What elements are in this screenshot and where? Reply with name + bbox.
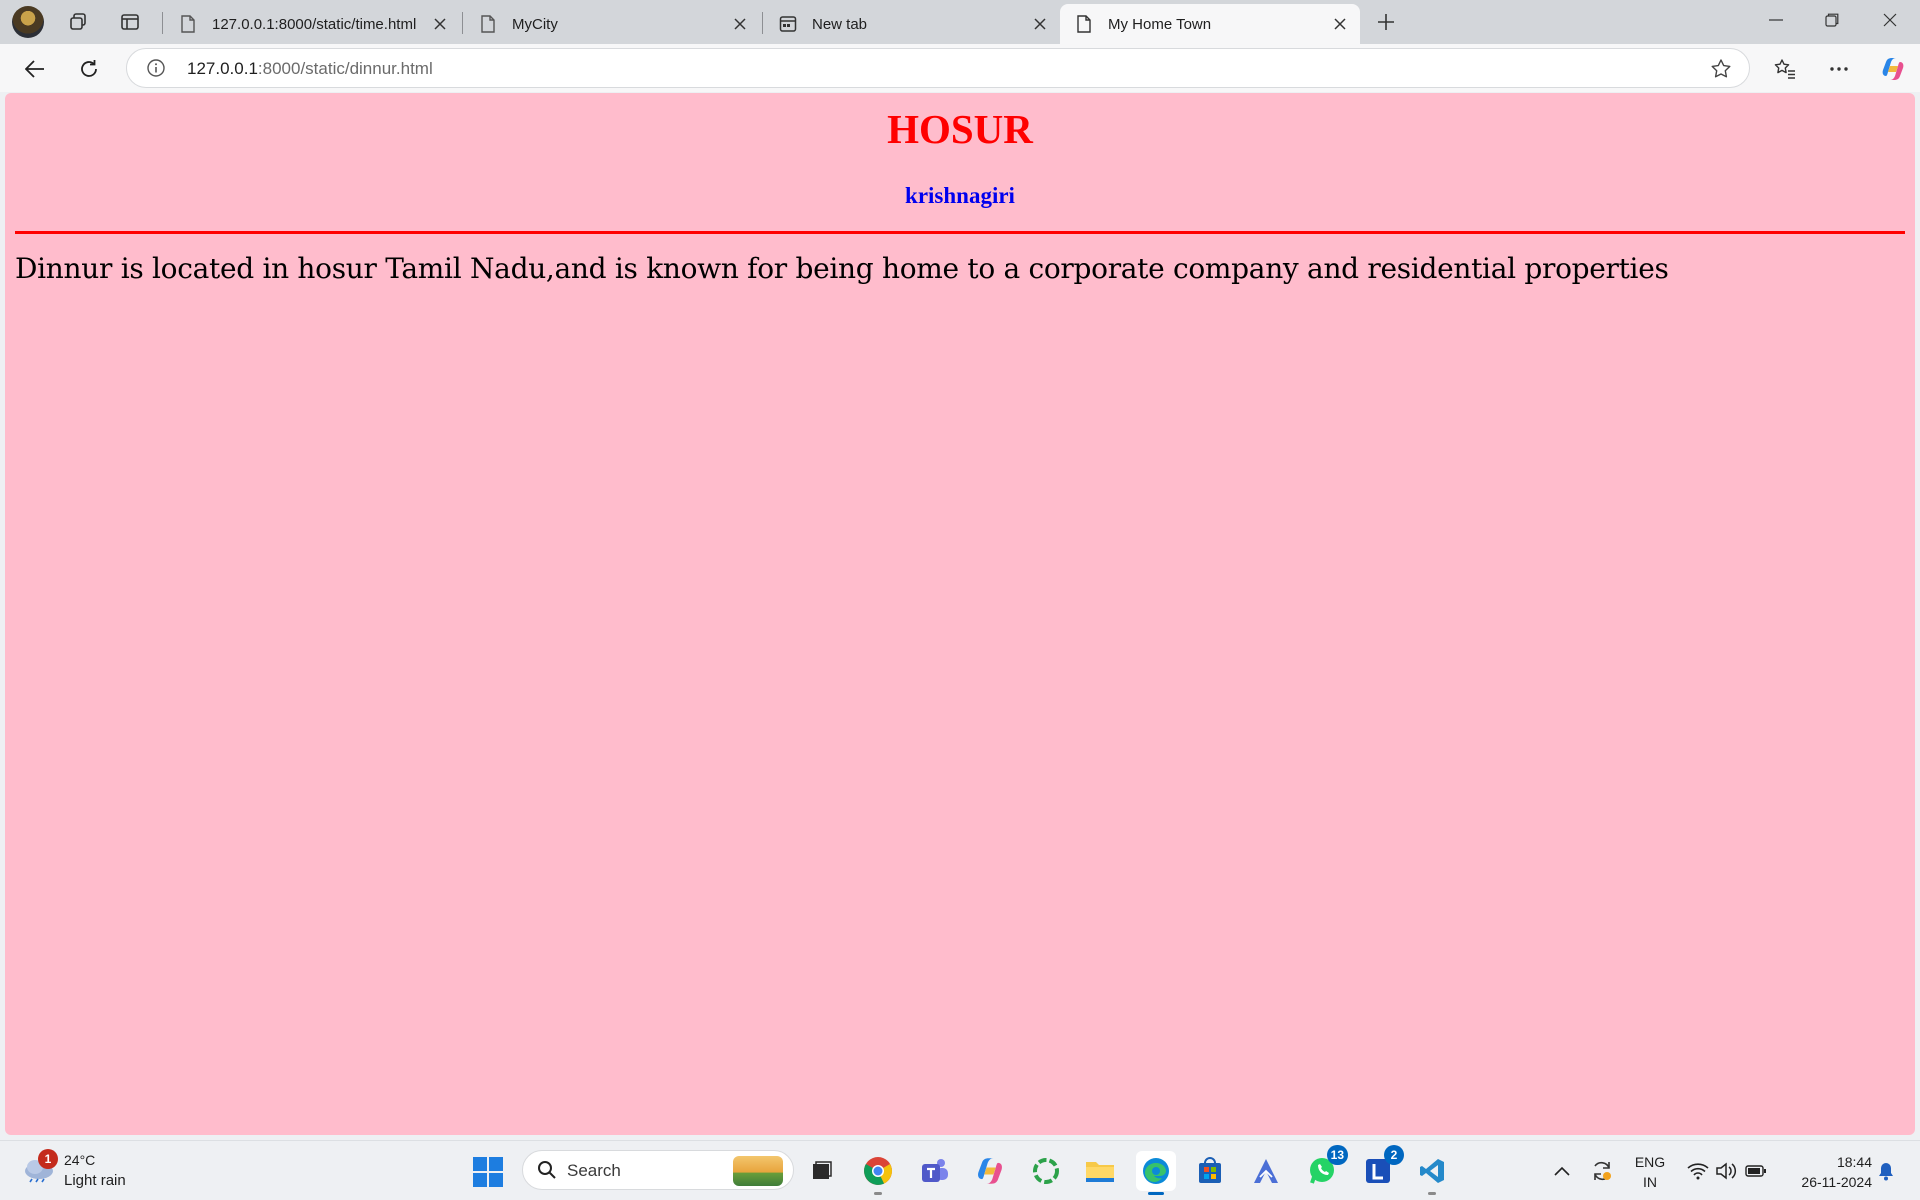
wifi-icon[interactable] [1686,1159,1710,1183]
chrome-icon[interactable] [858,1151,898,1195]
file-explorer-icon[interactable] [1080,1151,1120,1191]
teams-icon[interactable] [914,1151,954,1191]
more-options-icon[interactable] [1822,52,1856,86]
restore-icon[interactable] [1804,0,1860,40]
tab-separator [462,12,463,34]
notification-badge: 2 [1384,1145,1404,1165]
tab-label: 127.0.0.1:8000/static/time.html [212,15,417,33]
workspaces-icon[interactable] [64,8,92,36]
new-tab-plus-icon[interactable] [1372,8,1400,36]
window-close-icon[interactable] [1862,0,1918,40]
tab-label: My Home Town [1108,15,1212,33]
arc-app-icon[interactable] [1246,1151,1286,1191]
newtab-icon [778,14,798,34]
show-hidden-icons-chevron-icon[interactable] [1550,1159,1574,1183]
vscode-icon[interactable] [1412,1151,1452,1195]
search-placeholder: Search [567,1161,621,1180]
tab-my-home-town[interactable]: My Home Town [1060,4,1360,44]
taskbar-search[interactable]: Search [522,1150,794,1190]
refresh-ring-app-icon[interactable] [1026,1151,1066,1191]
tab-separator [162,12,163,34]
whatsapp-icon[interactable]: 13 [1302,1145,1348,1191]
tab-separator [762,12,763,34]
page-heading: HOSUR [887,106,1033,152]
favorite-star-icon[interactable] [1709,57,1733,81]
close-icon[interactable] [1028,12,1052,36]
page-icon [1074,14,1094,34]
microsoft-store-icon[interactable] [1190,1151,1230,1191]
tab-label: MyCity [512,15,558,33]
page-subheading: krishnagiri [905,183,1015,208]
copilot-icon[interactable] [1876,52,1910,86]
horizontal-rule [15,231,1905,234]
tab-mycity[interactable]: MyCity [464,4,760,44]
profile-avatar[interactable] [12,6,44,38]
back-icon[interactable] [18,52,52,86]
running-indicator [1148,1192,1164,1195]
running-indicator [874,1192,882,1195]
search-icon [538,1161,556,1179]
minimize-icon[interactable] [1748,0,1804,40]
tab-actions-icon[interactable] [116,8,144,36]
task-view-icon[interactable] [802,1151,842,1191]
search-highlight-image [733,1156,783,1186]
notification-bell-icon[interactable] [1874,1159,1898,1183]
close-icon[interactable] [428,12,452,36]
weather-alert-badge: 1 [38,1149,58,1169]
weather-temperature[interactable]: 24°C [64,1152,95,1168]
notification-badge: 13 [1326,1145,1348,1165]
language-indicator[interactable]: ENG IN [1632,1152,1668,1192]
address-bar[interactable]: 127.0.0.1:8000/static/dinnur.html [126,48,1750,88]
page-paragraph: Dinnur is located in hosur Tamil Nadu,an… [15,252,1669,285]
system-clock[interactable]: 18:44 26-11-2024 [1782,1152,1872,1192]
tab-new-tab[interactable]: New tab [764,4,1060,44]
url-text[interactable]: 127.0.0.1:8000/static/dinnur.html [187,59,433,79]
start-windows-icon[interactable] [472,1156,504,1188]
tab-strip: 127.0.0.1:8000/static/time.html MyCity N… [0,0,1920,44]
close-icon[interactable] [728,12,752,36]
weather-description[interactable]: Light rain [64,1172,126,1189]
url-path: :8000/static/dinnur.html [257,59,433,78]
region-code: IN [1643,1174,1657,1190]
page-icon [178,14,198,34]
language-code: ENG [1634,1154,1666,1170]
clock-date: 26-11-2024 [1801,1174,1872,1190]
tab-label: New tab [812,15,868,33]
browser-toolbar: 127.0.0.1:8000/static/dinnur.html [0,44,1920,92]
taskbar: 1 24°C Light rain Search 13 2 ENG IN 18:… [0,1140,1920,1200]
clock-time: 18:44 [1836,1154,1872,1170]
battery-icon[interactable] [1744,1159,1768,1183]
url-host: 127.0.0.1 [187,59,258,78]
site-info-icon[interactable] [145,57,167,79]
copilot-app-icon[interactable] [970,1151,1010,1191]
lenovo-app-icon[interactable]: 2 [1358,1145,1404,1191]
running-indicator [1428,1192,1436,1195]
refresh-icon[interactable] [72,52,106,86]
sync-icon[interactable] [1590,1159,1614,1183]
page-icon [478,14,498,34]
volume-icon[interactable] [1714,1159,1738,1183]
close-icon[interactable] [1328,12,1352,36]
page-viewport: HOSUR krishnagiri Dinnur is located in h… [5,93,1915,1135]
tab-time[interactable]: 127.0.0.1:8000/static/time.html [164,4,460,44]
edge-icon[interactable] [1136,1151,1176,1195]
favorites-icon[interactable] [1768,52,1802,86]
